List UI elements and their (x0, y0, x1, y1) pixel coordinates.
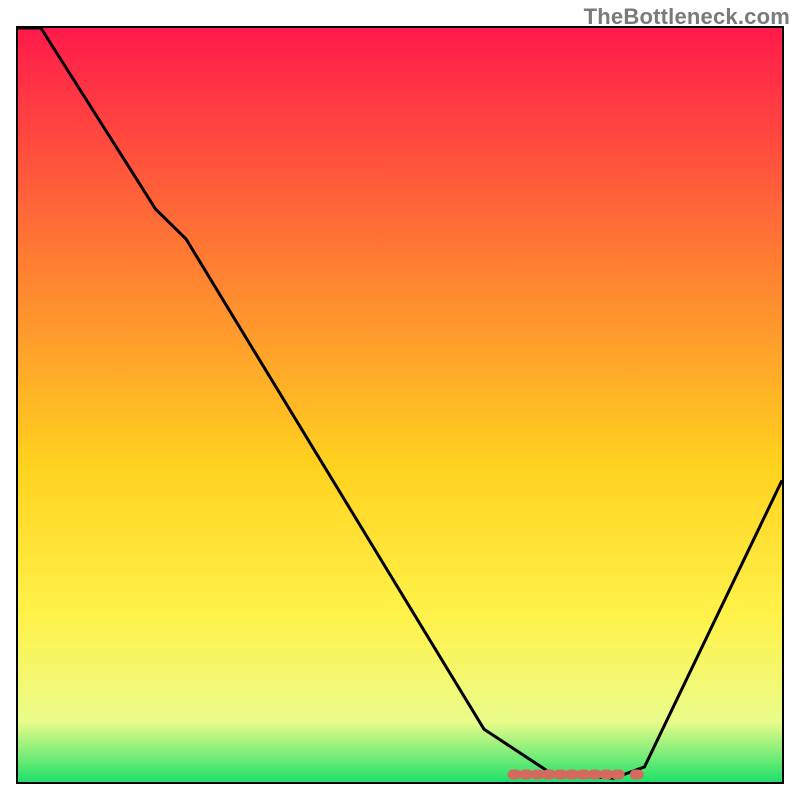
chart-container: TheBottleneck.com (0, 0, 800, 800)
plot-svg (18, 28, 782, 782)
marker-dot (630, 770, 644, 780)
marker-dot (611, 770, 625, 780)
gradient-background (18, 28, 782, 782)
plot-frame (16, 26, 784, 784)
